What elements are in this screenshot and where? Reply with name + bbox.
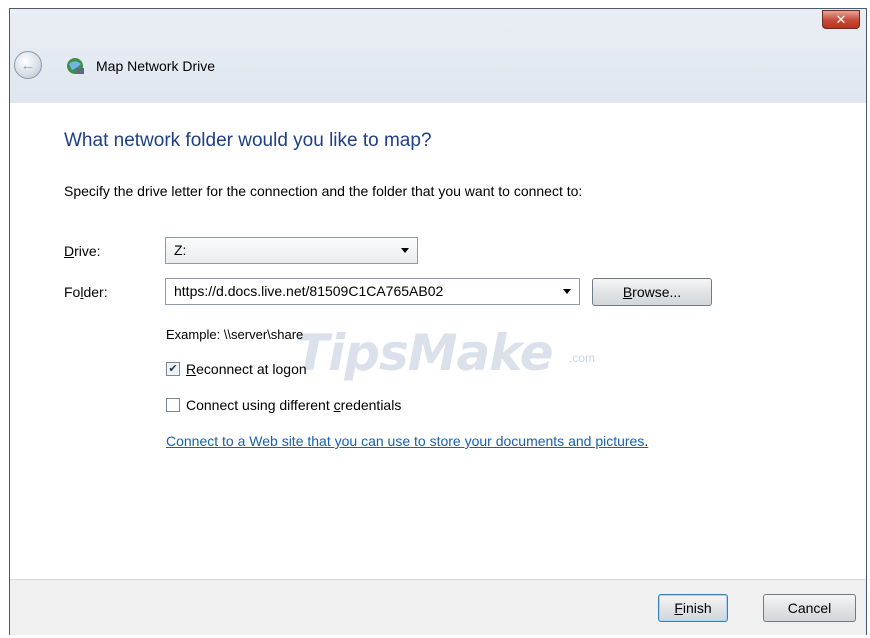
finish-mnemonic: F xyxy=(674,600,683,616)
folder-value: https://d.docs.live.net/81509C1CA765AB02 xyxy=(174,283,444,299)
folder-label: Folder: xyxy=(64,284,108,300)
chevron-down-icon xyxy=(401,248,409,253)
title-bar: ✕ ← Map Network Drive xyxy=(10,9,866,109)
credentials-mnemonic: c xyxy=(333,397,341,413)
watermark-logo: TipsMake xyxy=(295,324,554,382)
folder-label-rest: der: xyxy=(83,284,108,300)
dialog-content: What network folder would you like to ma… xyxy=(10,103,866,579)
web-site-link-row: Connect to a Web site that you can use t… xyxy=(166,433,648,449)
finish-button[interactable]: Finish xyxy=(658,594,728,622)
close-icon: ✕ xyxy=(835,11,847,27)
reconnect-mnemonic: R xyxy=(186,361,197,377)
button-bar: Finish Cancel xyxy=(10,579,866,635)
drive-label: Drive: xyxy=(64,243,101,259)
browse-label: rowse... xyxy=(632,284,682,300)
window-title: Map Network Drive xyxy=(96,58,216,74)
credentials-label-prefix: Connect using different xyxy=(186,397,334,413)
credentials-label: Connect using different credentials xyxy=(186,397,401,413)
map-network-drive-dialog: ✕ ← Map Network Drive What network folde… xyxy=(9,8,867,635)
credentials-checkbox-row[interactable]: Connect using different credentials xyxy=(166,397,401,413)
reconnect-label: Reconnect at logon xyxy=(186,361,307,377)
instruction-text: Specify the drive letter for the connect… xyxy=(64,183,583,199)
example-text: Example: \\server\share xyxy=(166,327,304,342)
close-button[interactable]: ✕ xyxy=(822,10,860,29)
web-site-link[interactable]: Connect to a Web site that you can use t… xyxy=(166,433,644,449)
cancel-button[interactable]: Cancel xyxy=(763,594,856,622)
page-heading: What network folder would you like to ma… xyxy=(64,130,432,151)
cancel-label: Cancel xyxy=(787,600,832,616)
drive-label-mnemonic: D xyxy=(64,243,75,259)
back-button[interactable]: ← xyxy=(14,51,42,79)
back-arrow-icon: ← xyxy=(20,56,36,74)
drive-dropdown[interactable]: Z: xyxy=(165,237,418,264)
watermark-domain: .com xyxy=(569,351,596,365)
credentials-label-rest: redentials xyxy=(340,397,402,413)
finish-label: inish xyxy=(682,600,712,616)
credentials-checkbox[interactable] xyxy=(166,398,180,412)
browse-button[interactable]: Browse... xyxy=(592,278,712,306)
reconnect-checkbox-row[interactable]: ✔ Reconnect at logon xyxy=(166,361,307,377)
drive-value: Z: xyxy=(174,242,187,258)
browse-mnemonic: B xyxy=(622,284,633,300)
reconnect-label-rest: econnect at logon xyxy=(196,361,307,377)
link-period: . xyxy=(644,433,649,449)
chevron-down-icon[interactable] xyxy=(563,289,571,294)
network-drive-icon xyxy=(67,58,84,74)
folder-label-prefix: Fo xyxy=(64,284,81,300)
reconnect-checkbox[interactable]: ✔ xyxy=(166,362,180,376)
drive-label-rest: rive: xyxy=(74,243,101,259)
folder-input[interactable]: https://d.docs.live.net/81509C1CA765AB02 xyxy=(165,278,580,305)
